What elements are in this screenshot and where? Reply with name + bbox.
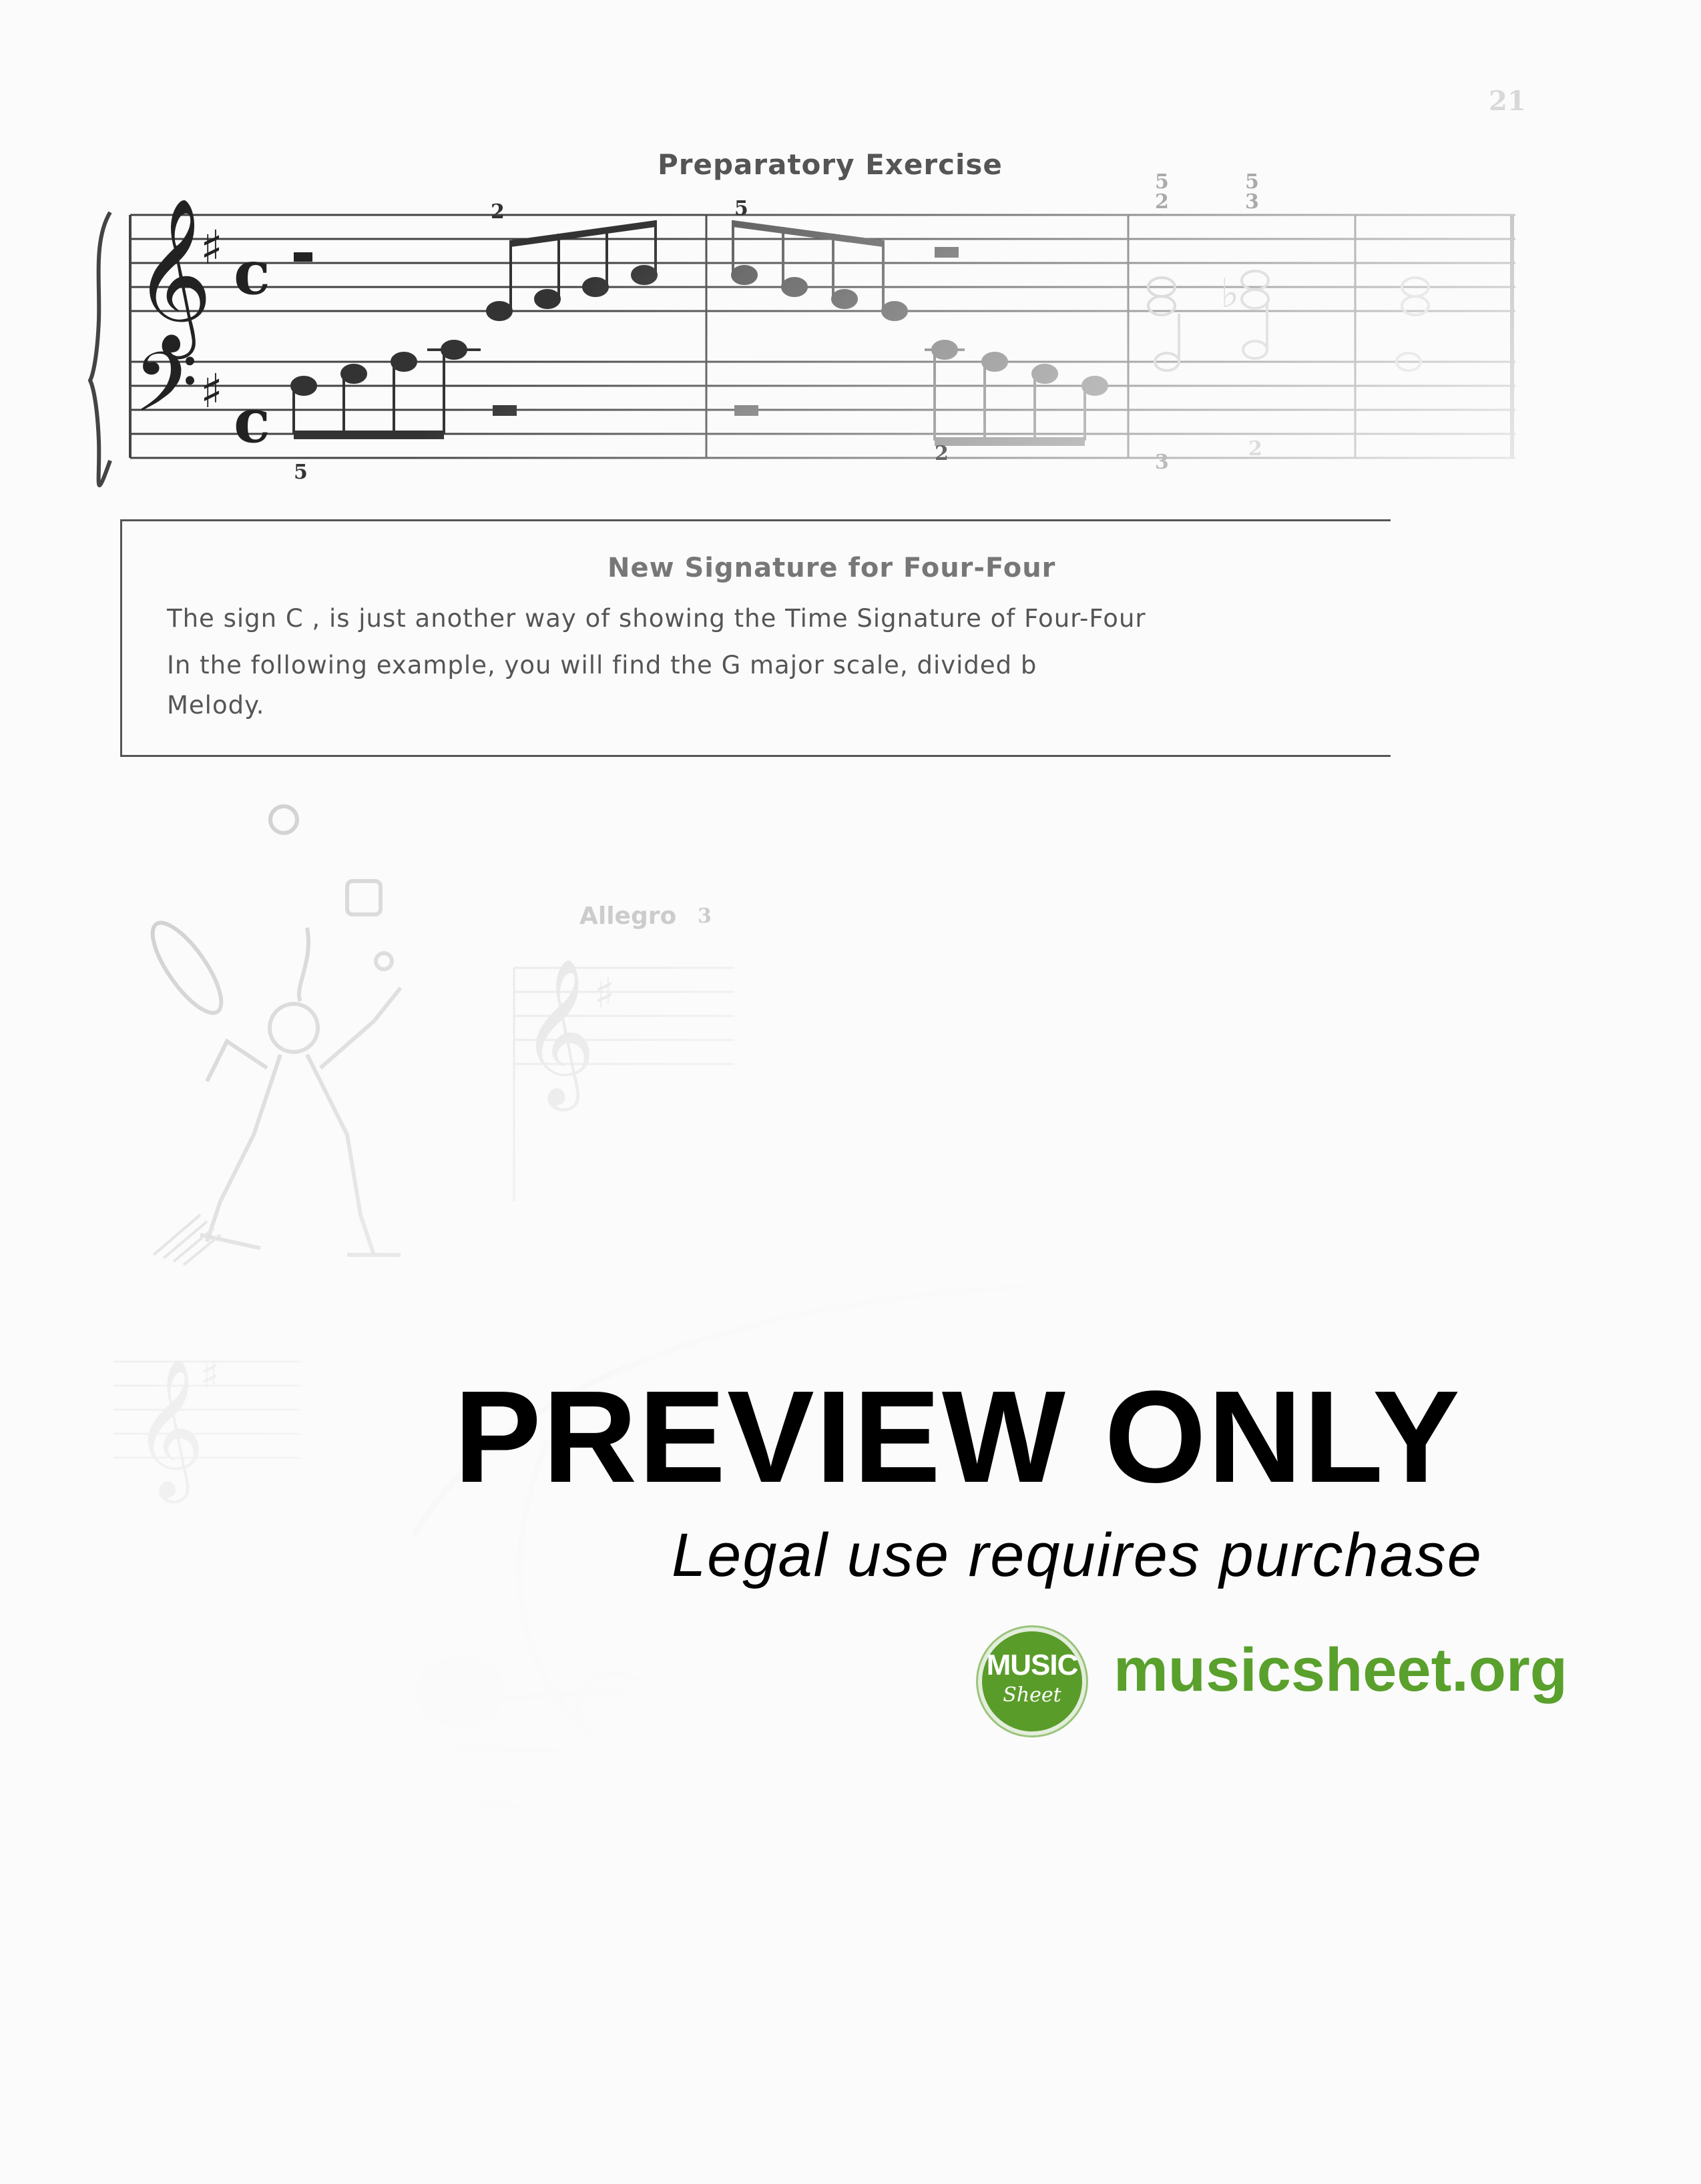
sheet-music: 𝄞 ♯ c 𝄢 ♯ c ♭ 𝄞 ♯ 𝄞 ♯ (87, 197, 1645, 1996)
exercise-title: Preparatory Exercise (658, 148, 1003, 181)
fingering-bass-m3: 3 (1155, 451, 1169, 474)
flat-sign: ♭ (1220, 270, 1239, 317)
bass-time-c: c (234, 386, 270, 457)
brace (87, 211, 112, 488)
treble-half-rest (294, 252, 312, 262)
second-key-sharp: ♯ (594, 969, 615, 1019)
logo-word-sheet: Sheet (1003, 1683, 1061, 1707)
treble-staff (130, 214, 1515, 312)
treble-time-c: c (234, 238, 270, 308)
treble-key-sharp: ♯ (200, 220, 223, 275)
legal-use-subtitle: Legal use requires purchase (672, 1521, 1483, 1589)
music-decoration-open-notes (622, 1771, 1336, 1830)
fingering-second-piece: 3 (698, 904, 712, 928)
preview-only-title: PREVIEW ONLY (454, 1364, 1461, 1510)
treble-notes-m1 (486, 220, 658, 321)
page-number: 21 (1489, 85, 1526, 117)
bass-clef: 𝄢 (134, 335, 198, 451)
fingering-bass-m2: 2 (935, 442, 949, 465)
third-treble-clef: 𝄞 (134, 1358, 204, 1503)
info-box-line-3: Melody. (167, 691, 265, 720)
fingering-bass-m1: 5 (294, 461, 308, 484)
bass-key-sharp: ♯ (200, 364, 223, 419)
bass-notes-m2 (734, 340, 1108, 446)
bass-staff (130, 360, 1515, 459)
fingering-treble-m2: 5 (734, 197, 748, 220)
treble-notes-m2 (731, 220, 959, 321)
fingering-chord-mid-1: 2 (1155, 190, 1169, 214)
musicsheet-logo: MUSIC Sheet (978, 1627, 1086, 1735)
second-treble-clef: 𝄞 (521, 957, 595, 1111)
third-key-sharp: ♯ (200, 1352, 220, 1398)
chords (1147, 270, 1430, 372)
logo-word-music: MUSIC (986, 1649, 1079, 1681)
info-box-line-2: In the following example, you will find … (167, 651, 1037, 679)
tempo-marking: Allegro (579, 902, 677, 930)
site-link[interactable]: musicsheet.org (1114, 1635, 1567, 1705)
info-box-title: New Signature for Four-Four (608, 553, 1056, 583)
bass-notes-m1 (290, 340, 517, 439)
fingering-chord-mid-2: 3 (1245, 190, 1259, 214)
juggler-illustration (150, 804, 403, 1257)
juggler-shading (152, 1213, 222, 1266)
info-box-line-1: The sign C , is just another way of show… (167, 604, 1146, 633)
fingering-bass-m4: 2 (1248, 437, 1262, 461)
fingering-treble-m1: 2 (491, 200, 505, 224)
